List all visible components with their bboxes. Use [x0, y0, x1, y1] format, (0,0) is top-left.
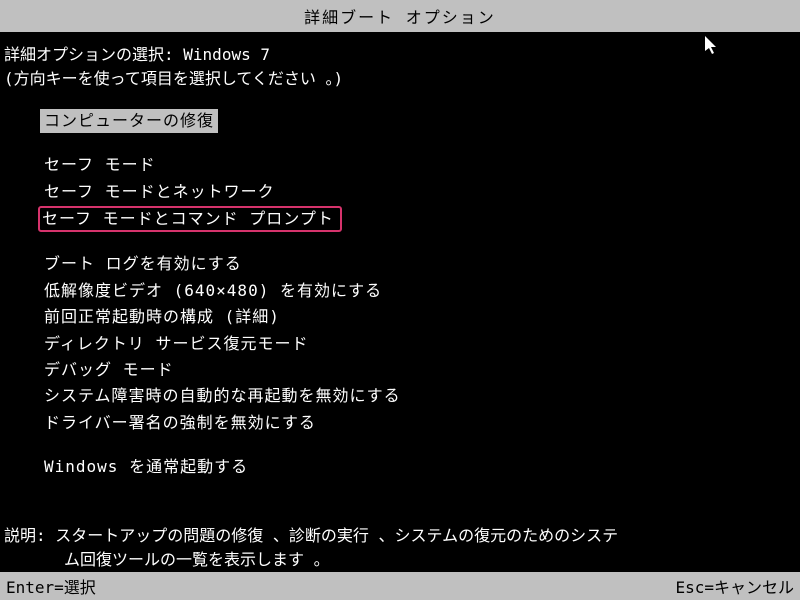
menu-item-enable-low-res-video[interactable]: 低解像度ビデオ (640×480) を有効にする: [40, 279, 386, 303]
menu-item-start-windows-normally[interactable]: Windows を通常起動する: [40, 455, 252, 479]
menu-group-3: ブート ログを有効にする 低解像度ビデオ (640×480) を有効にする 前回…: [40, 252, 796, 437]
title-bar: 詳細ブート オプション: [0, 0, 800, 32]
menu-item-directory-services-restore[interactable]: ディレクトリ サービス復元モード: [40, 332, 313, 356]
os-name: Windows 7: [183, 45, 270, 64]
description-label: 説明:: [4, 526, 46, 545]
footer-bar: Enter=選択 Esc=キャンセル: [0, 572, 800, 600]
instruction-line: (方向キーを使って項目を選択してください 。): [4, 68, 796, 90]
title-text: 詳細ブート オプション: [304, 8, 496, 27]
menu-group-2: セーフ モード セーフ モードとネットワーク セーフ モードとコマンド プロンプ…: [40, 153, 796, 234]
menu-item-enable-boot-logging[interactable]: ブート ログを有効にする: [40, 252, 246, 276]
header-line: 詳細オプションの選択: Windows 7: [4, 44, 796, 66]
description-text-line2: ム回復ツールの一覧を表示します 。: [4, 548, 796, 572]
menu-group-1: コンピューターの修復: [40, 109, 796, 135]
menu-area: コンピューターの修復 セーフ モード セーフ モードとネットワーク セーフ モー…: [4, 109, 796, 482]
description-area: 説明: スタートアップの問題の修復 、診断の実行 、システムの復元のためのシステ…: [4, 524, 796, 572]
description-text-line1: スタートアップの問題の修復 、診断の実行 、システムの復元のためのシステ: [55, 526, 618, 545]
menu-item-debugging-mode[interactable]: デバッグ モード: [40, 358, 178, 382]
footer-enter-hint: Enter=選択: [6, 574, 96, 598]
menu-item-disable-driver-signature[interactable]: ドライバー署名の強制を無効にする: [40, 411, 320, 435]
menu-item-last-known-good-config[interactable]: 前回正常起動時の構成 (詳細): [40, 305, 284, 329]
menu-item-repair-computer[interactable]: コンピューターの修復: [40, 109, 218, 133]
choose-label: 詳細オプションの選択:: [4, 45, 174, 64]
menu-item-safe-mode-command-prompt[interactable]: セーフ モードとコマンド プロンプト: [38, 206, 342, 232]
instruction-text: (方向キーを使って項目を選択してください 。): [4, 69, 343, 88]
menu-item-safe-mode[interactable]: セーフ モード: [40, 153, 160, 177]
content-area: 詳細オプションの選択: Windows 7 (方向キーを使って項目を選択してくだ…: [0, 32, 800, 481]
menu-item-safe-mode-networking[interactable]: セーフ モードとネットワーク: [40, 180, 279, 204]
menu-group-4: Windows を通常起動する: [40, 455, 796, 481]
menu-item-disable-auto-restart[interactable]: システム障害時の自動的な再起動を無効にする: [40, 384, 405, 408]
footer-esc-hint: Esc=キャンセル: [675, 574, 794, 598]
